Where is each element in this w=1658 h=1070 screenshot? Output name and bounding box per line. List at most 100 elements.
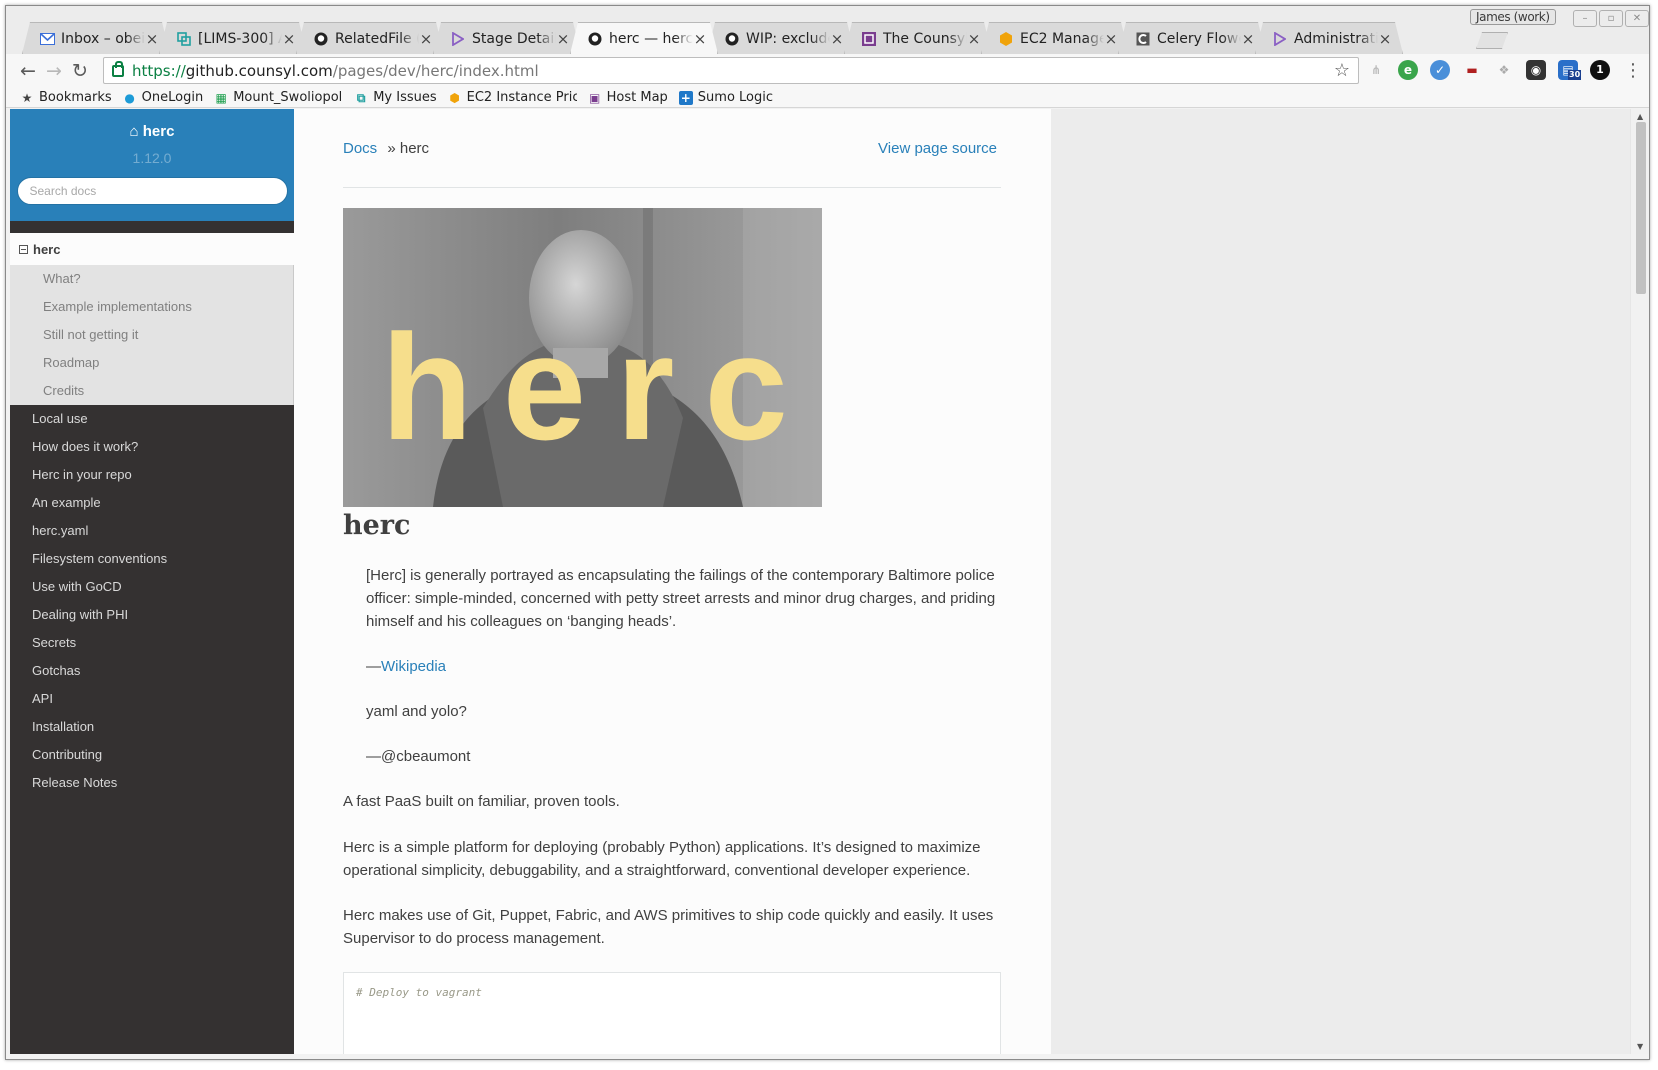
onepassword-extension-icon[interactable]: 1 — [1590, 60, 1610, 80]
url-text[interactable]: https://github.counsyl.com/pages/dev/her… — [132, 62, 539, 80]
bookmark-bookmarks[interactable]: ★ Bookmarks — [20, 90, 112, 105]
lock-icon — [112, 60, 124, 77]
sofa-extension-icon[interactable]: ▬ — [1462, 60, 1482, 80]
vertical-scrollbar[interactable]: ▲ ▼ — [1630, 109, 1649, 1054]
attribution-dash: — — [366, 658, 381, 675]
tab-gmail[interactable]: Inbox – obeir × — [22, 22, 170, 54]
close-icon[interactable]: × — [693, 30, 707, 48]
back-arrow-icon[interactable]: ← — [16, 59, 40, 83]
sidebar-item-secrets[interactable]: Secrets — [10, 629, 294, 657]
close-icon[interactable]: × — [830, 30, 844, 48]
close-icon[interactable]: × — [1378, 30, 1392, 48]
sidebar-item-herc-yaml[interactable]: herc.yaml — [10, 517, 294, 545]
project-home-link[interactable]: ⌂ herc — [10, 123, 294, 140]
jira-icon — [176, 31, 192, 47]
view-page-source-link[interactable]: View page source — [878, 140, 997, 157]
sumo-icon: + — [678, 90, 693, 105]
sidebar-item-label: herc — [33, 241, 61, 257]
ghostery-extension-icon[interactable]: ◉ — [1526, 60, 1546, 80]
close-window-button[interactable]: ✕ — [1625, 10, 1649, 27]
sidebar-item-an-example[interactable]: An example — [10, 489, 294, 517]
bookmark-my-issues[interactable]: ⧉ My Issues — [354, 90, 437, 105]
sidebar-item-api[interactable]: API — [10, 685, 294, 713]
reload-icon[interactable]: ↻ — [68, 59, 92, 83]
breadcrumb: Docs » herc View page source — [343, 140, 1001, 188]
minimize-button[interactable]: – — [1573, 10, 1597, 27]
bookmark-label: Bookmarks — [39, 90, 112, 105]
bookmark-host-map[interactable]: ▣ Host Map — [588, 90, 668, 105]
tree-extension-icon[interactable]: ⋔ — [1366, 60, 1386, 80]
breadcrumb-docs-link[interactable]: Docs — [343, 140, 377, 157]
chrome-menu-icon[interactable]: ⋮ — [1624, 60, 1642, 81]
bookmark-mount-swoliopoli[interactable]: ▦ Mount_Swoliopoli — [214, 90, 344, 105]
address-bar[interactable]: https://github.counsyl.com/pages/dev/her… — [103, 57, 1359, 84]
sidebar-item-local-use[interactable]: Local use — [10, 405, 294, 433]
sidebar-item-contributing[interactable]: Contributing — [10, 741, 294, 769]
close-icon[interactable]: × — [419, 30, 433, 48]
tab-herc[interactable]: herc — herc × — [570, 22, 718, 54]
search-docs-input[interactable] — [16, 177, 288, 205]
profile-button[interactable]: James (work) — [1470, 9, 1556, 25]
tab-counsyl[interactable]: The Counsyl × — [844, 22, 992, 54]
bookmark-ec2-pricing[interactable]: ⬢ EC2 Instance Prici — [448, 90, 576, 105]
sidebar-item-release-notes[interactable]: Release Notes — [10, 769, 294, 797]
tools-paragraph: Herc makes use of Git, Puppet, Fabric, a… — [343, 907, 994, 947]
collapse-icon[interactable] — [19, 244, 28, 254]
tab-gocd-stage[interactable]: Stage Detail × — [433, 22, 581, 54]
close-icon[interactable]: × — [282, 30, 296, 48]
sidebar-item-dealing-with-phi[interactable]: Dealing with PHI — [10, 601, 294, 629]
tab-title: Administratio — [1294, 30, 1376, 47]
gmail-icon — [39, 31, 55, 47]
sidebar-item-installation[interactable]: Installation — [10, 713, 294, 741]
window-controls: – ▫ ✕ — [1573, 10, 1649, 27]
tab-title: WIP: exclude — [746, 30, 830, 47]
wikipedia-link[interactable]: Wikipedia — [381, 658, 446, 675]
sidebar-header: ⌂ herc 1.12.0 — [10, 109, 294, 221]
new-tab-button[interactable] — [1476, 32, 1508, 49]
tab-gocd-admin[interactable]: Administratio × — [1255, 22, 1403, 54]
tab-ec2[interactable]: EC2 Manager × — [981, 22, 1129, 54]
breadcrumb-separator: » — [387, 140, 396, 157]
dropbox-extension-icon[interactable]: ❖ — [1494, 60, 1514, 80]
docs-sidebar: ⌂ herc 1.12.0 herc What? Example impleme… — [10, 109, 294, 1054]
sidebar-subitem-what[interactable]: What? — [10, 265, 293, 293]
bookmark-label: Host Map — [606, 90, 668, 105]
sidebar-subitem-example-implementations[interactable]: Example implementations — [10, 293, 293, 321]
close-icon[interactable]: × — [1104, 30, 1118, 48]
close-icon[interactable]: × — [556, 30, 570, 48]
close-icon[interactable]: × — [1241, 30, 1255, 48]
sidebar-item-how-does-it-work[interactable]: How does it work? — [10, 433, 294, 461]
sidebar-item-gotchas[interactable]: Gotchas — [10, 657, 294, 685]
sidebar-item-use-with-gocd[interactable]: Use with GoCD — [10, 573, 294, 601]
close-icon[interactable]: × — [967, 30, 981, 48]
maximize-button[interactable]: ▫ — [1599, 10, 1623, 27]
sidebar-item-herc[interactable]: herc — [10, 233, 294, 265]
tab-celery[interactable]: Celery Flowe × — [1118, 22, 1266, 54]
sidebar-subitem-still-not-getting-it[interactable]: Still not getting it — [10, 321, 293, 349]
sidebar-subitem-roadmap[interactable]: Roadmap — [10, 349, 293, 377]
code-block: # Deploy to vagrant — [343, 972, 1001, 1054]
safari-extension-icon[interactable]: ✓ — [1430, 60, 1450, 80]
sidebar-subitem-credits[interactable]: Credits — [10, 377, 293, 405]
bookmark-label: Sumo Logic — [697, 90, 774, 105]
sidebar-item-filesystem-conventions[interactable]: Filesystem conventions — [10, 545, 294, 573]
close-icon[interactable]: × — [145, 30, 159, 48]
tab-strip: James (work) – ▫ ✕ Inbox – obeir × [LIMS… — [6, 6, 1649, 54]
bookmark-label: My Issues — [373, 90, 437, 105]
star-icon: ★ — [21, 90, 33, 105]
tab-jira[interactable]: [LIMS-300] A × — [159, 22, 307, 54]
sidebar-item-herc-in-your-repo[interactable]: Herc in your repo — [10, 461, 294, 489]
calendar-extension-icon[interactable]: ▤30 — [1558, 60, 1582, 80]
scroll-down-icon[interactable]: ▼ — [1637, 1042, 1643, 1051]
quote2-attribution: —@cbeaumont — [366, 748, 471, 765]
tab-title: The Counsyl — [883, 30, 967, 47]
tab-github-relatedfile[interactable]: RelatedFile ( × — [296, 22, 444, 54]
bookmark-star-icon[interactable]: ☆ — [1334, 60, 1350, 81]
bookmark-sumo-logic[interactable]: + Sumo Logic — [678, 90, 774, 105]
evernote-extension-icon[interactable]: e — [1398, 60, 1418, 80]
bookmark-onelogin[interactable]: ● OneLogin — [123, 90, 203, 105]
scrollbar-thumb[interactable] — [1636, 122, 1646, 294]
tab-github-wip[interactable]: WIP: exclude × — [707, 22, 855, 54]
scroll-up-icon[interactable]: ▲ — [1637, 112, 1643, 121]
forward-arrow-icon[interactable]: → — [42, 59, 66, 83]
